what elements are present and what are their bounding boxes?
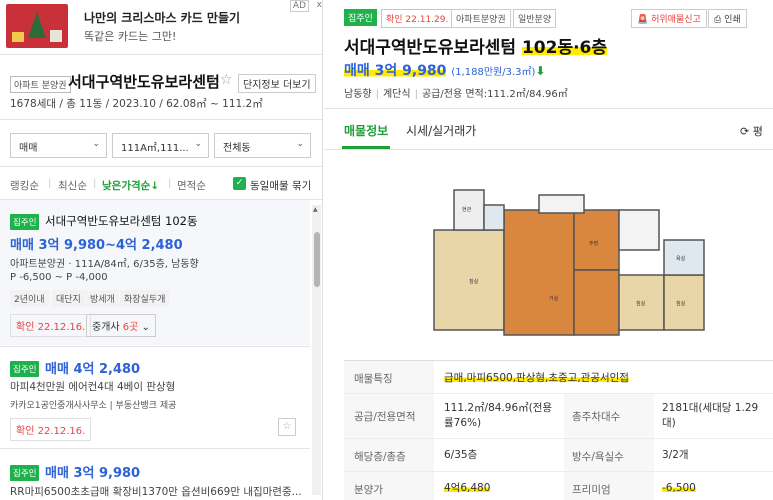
divider xyxy=(0,346,310,347)
chevron-down-icon: ⌄ xyxy=(194,139,202,149)
owner-badge: 집주인 xyxy=(10,465,40,481)
svg-text:거실: 거실 xyxy=(549,295,559,302)
complex-name: 서대구역반도유보라센텀 xyxy=(68,73,220,91)
siren-icon: 🚨 xyxy=(637,15,649,25)
listing-premium: P -6,500 ~ P -4,000 xyxy=(10,272,108,283)
value-parking: 2181대(세대당 1.29대) xyxy=(662,402,759,429)
supply-type-chip: 일반분양 xyxy=(513,9,557,28)
property-type-chip: 아파트분양권 xyxy=(451,9,511,28)
detail-title: 서대구역반도유보라센텀 102동·6층 xyxy=(344,38,608,58)
svg-text:현관: 현관 xyxy=(462,206,472,213)
listing-price[interactable]: 매매 4억 2,480 xyxy=(45,358,140,377)
print-button[interactable]: ⎙ 인쇄 xyxy=(708,9,747,28)
label-premium: 프리미엄 xyxy=(572,482,611,497)
ad-title[interactable]: 나만의 크리스마스 카드 만들기 xyxy=(84,9,240,26)
tag-chip: 2년이내 xyxy=(10,290,49,307)
label-sale-price: 분양가 xyxy=(354,482,383,497)
svg-text:침실: 침실 xyxy=(469,278,479,285)
ad-banner[interactable]: 나만의 크리스마스 카드 만들기 똑같은 카드는 그만! AD x xyxy=(0,0,322,55)
floor-plan-image[interactable]: 침실 거실 주방 침실 침실 현관 욕실 xyxy=(424,175,709,345)
price-per-area: (1,188만원/3.3㎡) xyxy=(451,67,536,78)
value-sale-price: 4억6,480 xyxy=(444,482,491,494)
tag-chip: 대단지 xyxy=(52,290,85,307)
sort-area[interactable]: 면적순 xyxy=(177,178,206,193)
svg-text:침실: 침실 xyxy=(636,300,646,307)
same-listing-checkbox[interactable]: ✓ xyxy=(233,177,246,190)
listing-panel: 나만의 크리스마스 카드 만들기 똑같은 카드는 그만! AD x 아파트 분양… xyxy=(0,0,323,500)
value-premium: -6,500 xyxy=(662,482,696,494)
trade-type-select[interactable]: 매매 ⌄ xyxy=(10,133,107,158)
favorite-star-icon[interactable]: ☆ xyxy=(220,72,233,88)
confirm-date-chip: 확인 22.11.29. xyxy=(381,9,454,28)
svg-text:욕실: 욕실 xyxy=(676,255,686,262)
trade-type-value: 매매 xyxy=(19,143,38,154)
scrollbar-thumb[interactable] xyxy=(314,232,320,287)
detail-panel: 집주인 확인 22.11.29. 아파트분양권 일반분양 🚨 허위매물신고 ⎙ … xyxy=(324,0,773,500)
label-floor: 해당층/총층 xyxy=(354,449,406,464)
label-parking: 총주차대수 xyxy=(572,409,621,424)
building-select[interactable]: 전체동 ⌄ xyxy=(214,133,311,158)
area-unit-toggle[interactable]: ⟳ 평 xyxy=(740,123,763,139)
chevron-down-icon: ⌄ xyxy=(92,139,100,149)
same-listing-label: 동일매물 묶기 xyxy=(250,180,312,192)
sort-low-price[interactable]: 낮은가격순↓ xyxy=(102,178,159,193)
listing-agency: 카카오1공인중개사사무소 | 부동산뱅크 제공 xyxy=(10,401,177,411)
value-rooms: 3/2개 xyxy=(662,449,689,461)
sort-ranking[interactable]: 랭킹순 xyxy=(10,178,39,193)
ad-close-icon[interactable]: x xyxy=(317,0,322,10)
ad-subtitle: 똑같은 카드는 그만! xyxy=(84,30,177,43)
brokers-button[interactable]: 중개사 6곳 ⌄ xyxy=(86,314,156,337)
building-value: 전체동 xyxy=(223,143,251,154)
scroll-up-icon[interactable]: ▲ xyxy=(313,206,318,213)
value-floor: 6/35층 xyxy=(444,449,478,461)
area-select[interactable]: 111A㎡,111... ⌄ xyxy=(112,133,209,158)
building-floor: 102동·6층 xyxy=(521,38,608,58)
complex-summary: 1678세대 / 총 11동 / 2023.10 / 62.08㎡ ~ 111.… xyxy=(10,98,263,110)
detail-price: 매매 3억 9,980 (1,188만원/3.3㎡)⬇ xyxy=(344,63,546,79)
listing-desc: 아파트분양권 · 111A/84㎡, 6/35층, 남동향 xyxy=(10,259,199,270)
divider xyxy=(0,166,322,167)
tag-chip: 방세개 xyxy=(86,290,119,307)
report-button[interactable]: 🚨 허위매물신고 xyxy=(631,9,707,28)
ad-badge: AD xyxy=(289,0,309,12)
confirm-date: 확인 22.12.16. xyxy=(10,314,92,337)
label-rooms: 방수/욕실수 xyxy=(572,449,624,464)
divider xyxy=(0,119,322,120)
price-down-icon: ⬇ xyxy=(535,64,546,78)
value-features: 급매,마피6500,판상형,초중고,관공서인접 xyxy=(444,372,629,384)
listing-price: 매매 3억 9,980~4억 2,480 xyxy=(10,238,183,253)
tab-price-history[interactable]: 시세/실거래가 xyxy=(406,122,476,139)
owner-badge: 집주인 xyxy=(10,214,40,230)
chevron-down-icon: ⌄ xyxy=(296,139,304,149)
tab-listing-info[interactable]: 매물정보 xyxy=(344,122,388,139)
complex-type-tag: 아파트 분양권 xyxy=(10,76,71,93)
favorite-star-icon[interactable]: ☆ xyxy=(278,418,296,436)
confirm-date: 확인 22.12.16. xyxy=(10,418,92,441)
svg-text:침실: 침실 xyxy=(676,300,686,307)
complex-info-button[interactable]: 단지정보 더보기 xyxy=(238,74,316,93)
listing-desc: RR마피6500초초급매 확장비1370만 옵션비669만 내집마련중... xyxy=(10,486,302,498)
detail-meta: 남동향 | 계단식 | 공급/전용 면적:111.2㎡/84.96㎡ xyxy=(344,89,568,100)
divider xyxy=(0,448,310,449)
sort-latest[interactable]: 최신순 xyxy=(58,178,87,193)
label-features: 매물특징 xyxy=(354,371,393,386)
owner-badge: 집주인 xyxy=(344,9,377,26)
owner-badge: 집주인 xyxy=(10,361,40,377)
svg-text:주방: 주방 xyxy=(589,240,599,247)
ad-thumbnail xyxy=(6,4,68,48)
label-area: 공급/전용면적 xyxy=(354,409,416,424)
listing-desc: 마피4천만원 에어컨4대 4베이 판상형 xyxy=(10,381,176,393)
area-value: 111A㎡,111... xyxy=(121,143,189,154)
listing-title[interactable]: 서대구역반도유보라센텀 102동 xyxy=(45,213,198,229)
tag-chip: 화장실두개 xyxy=(120,290,170,307)
listing-price[interactable]: 매매 3억 9,980 xyxy=(45,462,140,481)
print-icon: ⎙ xyxy=(714,15,722,25)
value-area: 111.2㎡/84.96㎡(전용률76%) xyxy=(444,402,553,429)
